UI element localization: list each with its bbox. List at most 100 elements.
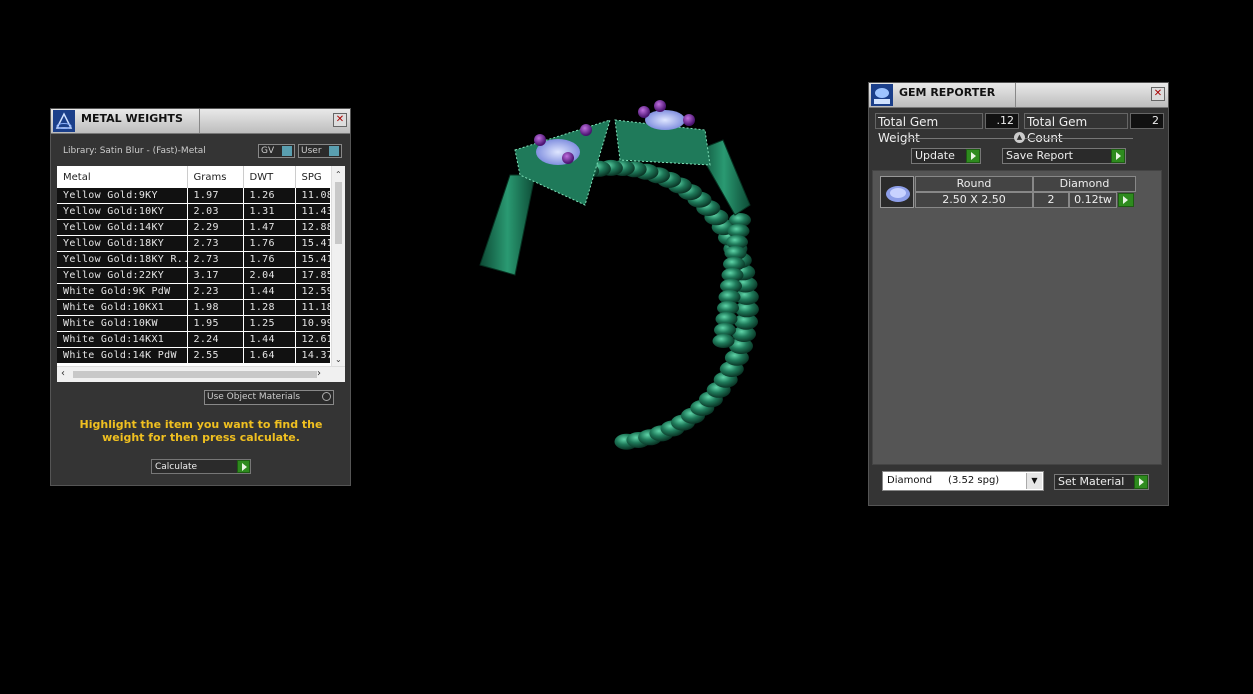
- table-row[interactable]: White Gold:14K PdW 2.55 1.64 14.37: [57, 347, 330, 364]
- table-cell: 15.41: [295, 251, 330, 268]
- title-separator: [1015, 83, 1016, 107]
- table-cell: Yellow Gold:18KY R...: [57, 251, 188, 268]
- material-select[interactable]: Diamond (3.52 spg) ▼: [882, 471, 1044, 491]
- gv-toggle-knob: [282, 146, 292, 156]
- gem-shape: Round: [915, 176, 1033, 192]
- library-label: Library: Satin Blur - (Fast)-Metal: [63, 146, 206, 156]
- table-cell: 2.03: [187, 203, 244, 220]
- set-material-button[interactable]: Set Material: [1054, 474, 1149, 490]
- ring-prong: [654, 100, 666, 112]
- metal-weights-close-button[interactable]: ✕: [333, 113, 347, 127]
- column-header[interactable]: SPG: [295, 166, 330, 188]
- scroll-up-icon[interactable]: ⌃: [335, 170, 342, 179]
- table-cell: 1.76: [243, 235, 296, 252]
- table-cell: 14.37: [295, 347, 330, 364]
- table-cell: 1.44: [243, 331, 296, 348]
- table-cell: 11.08: [295, 188, 330, 204]
- scroll-down-icon[interactable]: ⌄: [335, 355, 342, 364]
- table-row[interactable]: Yellow Gold:10KY 2.03 1.31 11.43: [57, 203, 330, 220]
- round-gem-thumbnail-icon: [880, 176, 914, 208]
- table-cell: 1.95: [187, 315, 244, 332]
- set-material-label: Set Material: [1058, 475, 1125, 488]
- column-header[interactable]: Grams: [187, 166, 244, 188]
- column-header[interactable]: DWT: [243, 166, 296, 188]
- table-cell: 2.24: [187, 331, 244, 348]
- table-cell: 12.59: [295, 283, 330, 300]
- column-header[interactable]: Metal: [57, 166, 188, 188]
- table-cell: 1.47: [243, 219, 296, 236]
- metal-table-viewport: Metal Grams DWT SPG Yellow Gold:9KY 1.97 1.26…: [57, 166, 330, 366]
- gem-list-item[interactable]: Round Diamond 2.50 X 2.50 2 0.12tw: [880, 176, 1140, 210]
- update-label: Update: [915, 149, 955, 162]
- collapse-toggle-icon[interactable]: ▲: [1014, 132, 1025, 143]
- metal-table-container: Metal Grams DWT SPG Yellow Gold:9KY 1.97 1.26…: [57, 166, 345, 382]
- ring-prong: [638, 106, 650, 118]
- chevron-down-icon[interactable]: ▼: [1026, 473, 1042, 489]
- metal-weights-titlebar[interactable]: METAL WEIGHTS ✕: [51, 109, 350, 134]
- use-object-materials-toggle[interactable]: Use Object Materials: [204, 390, 334, 405]
- metal-weights-logo-icon: [53, 110, 75, 132]
- table-row[interactable]: White Gold:14KX1 2.24 1.44 12.61: [57, 331, 330, 348]
- metal-weights-title: METAL WEIGHTS: [81, 112, 183, 125]
- table-cell: 1.28: [243, 299, 296, 316]
- table-cell: 1.97: [187, 188, 244, 204]
- save-report-arrow-icon: [1111, 149, 1125, 163]
- table-cell: White Gold:10KX1: [57, 299, 188, 316]
- ring-prong: [683, 114, 695, 126]
- update-arrow-icon: [966, 149, 980, 163]
- gv-toggle[interactable]: GV: [258, 144, 295, 158]
- table-row[interactable]: Yellow Gold:22KY 3.17 2.04 17.85: [57, 267, 330, 284]
- table-cell: Yellow Gold:18KY: [57, 235, 188, 252]
- material-select-value: Diamond (3.52 spg): [887, 475, 1000, 486]
- table-cell: 12.88: [295, 219, 330, 236]
- gem-select-arrow-icon[interactable]: [1118, 193, 1134, 207]
- table-cell: 1.31: [243, 203, 296, 220]
- table-row[interactable]: Yellow Gold:18KY R... 2.73 1.76 15.41: [57, 251, 330, 268]
- scroll-right-icon[interactable]: ›: [317, 368, 321, 379]
- calculate-button[interactable]: Calculate: [151, 459, 251, 474]
- table-cell: 1.76: [243, 251, 296, 268]
- use-object-materials-radio-icon: [322, 392, 331, 401]
- table-cell: 11.18: [295, 299, 330, 316]
- ring-3d-viewport[interactable]: [440, 90, 800, 470]
- metal-weights-panel: METAL WEIGHTS ✕ Library: Satin Blur - (F…: [50, 108, 351, 486]
- table-cell: White Gold:10KW: [57, 315, 188, 332]
- table-cell: 1.98: [187, 299, 244, 316]
- table-cell: Yellow Gold:14KY: [57, 219, 188, 236]
- table-cell: 12.61: [295, 331, 330, 348]
- update-button[interactable]: Update: [911, 148, 981, 164]
- table-row[interactable]: White Gold:10KW 1.95 1.25 10.99: [57, 315, 330, 332]
- table-row[interactable]: White Gold:9K PdW 2.23 1.44 12.59: [57, 283, 330, 300]
- total-gem-count-value: 2: [1130, 113, 1164, 129]
- table-row[interactable]: Yellow Gold:18KY 2.73 1.76 15.41: [57, 235, 330, 252]
- table-cell: 1.44: [243, 283, 296, 300]
- table-cell: 2.23: [187, 283, 244, 300]
- gem-reporter-titlebar[interactable]: GEM REPORTER ✕: [869, 83, 1168, 108]
- table-cell: 17.85: [295, 267, 330, 284]
- set-material-arrow-icon: [1134, 475, 1148, 489]
- table-row[interactable]: Yellow Gold:9KY 1.97 1.26 11.08: [57, 188, 330, 204]
- ring-prong: [580, 124, 592, 136]
- table-cell: 2.04: [243, 267, 296, 284]
- user-toggle[interactable]: User: [298, 144, 342, 158]
- gem-reporter-title: GEM REPORTER: [899, 86, 996, 99]
- hscroll-thumb[interactable]: [73, 371, 317, 378]
- user-toggle-label: User: [301, 146, 322, 156]
- scroll-left-icon[interactable]: ‹: [61, 368, 65, 379]
- gem-count: 2: [1033, 192, 1069, 208]
- gem-reporter-close-button[interactable]: ✕: [1151, 87, 1165, 101]
- table-cell: White Gold:14KX1: [57, 331, 188, 348]
- table-row[interactable]: Yellow Gold:14KY 2.29 1.47 12.88: [57, 219, 330, 236]
- table-cell: White Gold:9K PdW: [57, 283, 188, 300]
- table-row[interactable]: White Gold:10KX1 1.98 1.28 11.18: [57, 299, 330, 316]
- ring-prong: [562, 152, 574, 164]
- metal-table-vscrollbar[interactable]: ⌃ ⌄: [331, 166, 345, 366]
- vscroll-thumb[interactable]: [335, 182, 342, 244]
- gem-weight: 0.12tw: [1069, 192, 1117, 208]
- gv-toggle-label: GV: [261, 146, 275, 156]
- save-report-button[interactable]: Save Report: [1002, 148, 1126, 164]
- metal-table-hscrollbar[interactable]: ‹ ›: [57, 366, 345, 382]
- calculate-label: Calculate: [155, 462, 198, 472]
- calculate-arrow-icon: [237, 460, 250, 473]
- table-cell: 10.99: [295, 315, 330, 332]
